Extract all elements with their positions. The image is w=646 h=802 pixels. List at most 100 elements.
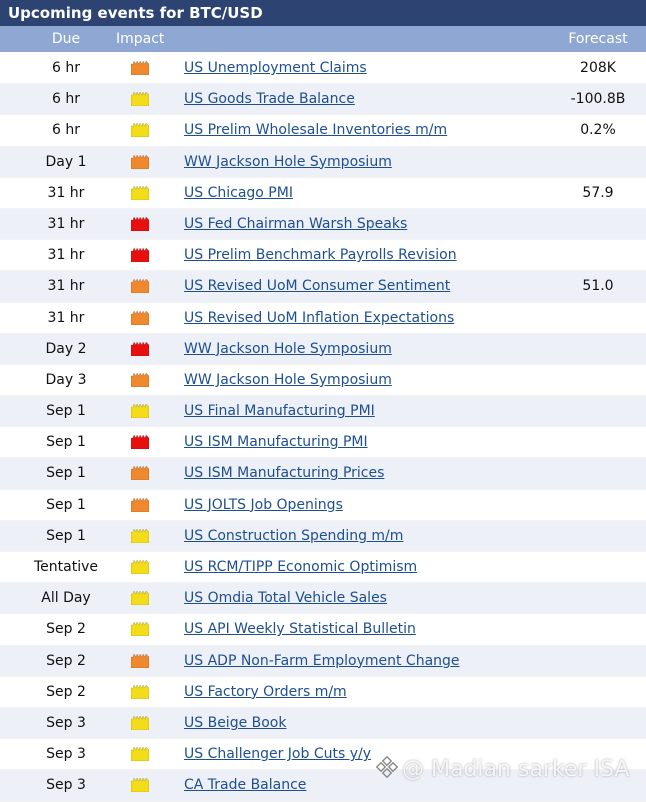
impact-medium-icon — [131, 466, 149, 481]
table-row: Sep 1 US Construction Spending m/m — [0, 520, 646, 552]
impact-low-icon — [131, 92, 149, 107]
table-row: 31 hr US Fed Chairman Warsh Speaks — [0, 208, 646, 241]
impact-low-icon — [131, 715, 149, 730]
table-row: Day 3 WW Jackson Hole Symposium — [0, 364, 646, 397]
impact-medium-icon — [131, 497, 149, 512]
impact-column-header: Impact — [116, 31, 165, 47]
event-link[interactable]: US Goods Trade Balance — [184, 84, 355, 115]
table-row: Sep 2 US Factory Orders m/m — [0, 676, 646, 708]
event-link[interactable]: US Final Manufacturing PMI — [184, 396, 375, 427]
forecast-column-header: Forecast — [568, 31, 628, 47]
due-cell: 6 hr — [52, 122, 80, 139]
due-cell: All Day — [41, 590, 91, 607]
watermark: @ Madian sarker ISA — [375, 755, 630, 784]
event-link[interactable]: WW Jackson Hole Symposium — [184, 147, 392, 178]
table-row: 6 hr US Goods Trade Balance -100.8B — [0, 84, 646, 116]
event-link[interactable]: US Fed Chairman Warsh Speaks — [184, 209, 407, 240]
event-link[interactable]: US API Weekly Statistical Bulletin — [184, 614, 416, 645]
due-cell: Tentative — [33, 559, 98, 575]
impact-low-icon — [131, 622, 149, 637]
table-row: 6 hr US Prelim Wholesale Inventories m/m 0… — [0, 115, 646, 147]
events-table-body: 6 hr US Unemployment Claims 208K 6 hr US Goo… — [0, 53, 646, 802]
table-row: 31 hr US Revised UoM Consumer Sentiment 51… — [0, 271, 646, 303]
due-cell: Sep 2 — [46, 652, 86, 669]
table-row: Sep 2 US API Weekly Statistical Bulletin — [0, 614, 646, 646]
event-link[interactable]: US ADP Non-Farm Employment Change — [184, 646, 460, 677]
impact-low-icon — [131, 404, 149, 419]
due-cell: Sep 3 — [46, 746, 86, 763]
table-row: Day 2 WW Jackson Hole Symposium — [0, 333, 646, 365]
event-link[interactable]: WW Jackson Hole Symposium — [184, 334, 392, 365]
table-row: Sep 1 US JOLTS Job Openings — [0, 489, 646, 521]
table-row: 6 hr US Unemployment Claims 208K — [0, 53, 646, 85]
impact-medium-icon — [131, 61, 149, 75]
impact-high-icon — [131, 216, 149, 231]
forecast-cell: 0.2% — [580, 122, 616, 139]
due-cell: Sep 1 — [46, 403, 86, 420]
table-row: 31 hr US Revised UoM Inflation Expectatio… — [0, 302, 646, 334]
event-link[interactable]: US JOLTS Job Openings — [184, 490, 343, 521]
impact-low-icon — [131, 123, 149, 138]
table-row: Sep 1 US ISM Manufacturing PMI — [0, 427, 646, 459]
event-link[interactable]: WW Jackson Hole Symposium — [184, 365, 392, 396]
event-link[interactable]: US Unemployment Claims — [184, 53, 367, 84]
event-link[interactable]: US Beige Book — [184, 708, 286, 739]
impact-low-icon — [131, 528, 149, 543]
event-link[interactable]: US Construction Spending m/m — [184, 521, 403, 552]
due-cell: Sep 1 — [46, 434, 86, 451]
impact-low-icon — [131, 684, 149, 699]
forecast-cell: -100.8B — [570, 91, 626, 108]
due-cell: Sep 3 — [46, 777, 86, 794]
event-link[interactable]: US Revised UoM Inflation Expectations — [184, 303, 454, 334]
event-link[interactable]: CA Trade Balance — [184, 770, 306, 801]
event-link[interactable]: US ISM Manufacturing Prices — [184, 458, 384, 489]
binance-logo-icon — [375, 755, 399, 784]
table-row: Day 1 WW Jackson Hole Symposium — [0, 146, 646, 178]
table-header: Due Impact Forecast — [0, 26, 646, 52]
event-link[interactable]: US ISM Manufacturing PMI — [184, 427, 368, 458]
event-link[interactable]: US Challenger Job Cuts y/y — [184, 739, 371, 770]
event-link[interactable]: US RCM/TIPP Economic Optimism — [184, 552, 417, 583]
table-row: 31 hr US Prelim Benchmark Payrolls Revisi… — [0, 240, 646, 272]
due-cell: 6 hr — [52, 91, 80, 108]
due-cell: Day 3 — [45, 371, 87, 388]
due-cell: 31 hr — [47, 215, 85, 232]
impact-low-icon — [131, 185, 149, 200]
due-cell: Sep 3 — [46, 714, 86, 731]
impact-high-icon — [131, 435, 149, 450]
forecast-cell: 51.0 — [582, 278, 614, 295]
due-cell: 31 hr — [47, 278, 85, 295]
due-column-header: Due — [51, 31, 81, 47]
table-row: All Day US Omdia Total Vehicle Sales — [0, 583, 646, 615]
due-cell: Day 2 — [45, 340, 87, 357]
table-row: Sep 1 US Final Manufacturing PMI — [0, 396, 646, 428]
due-cell: Sep 2 — [46, 621, 86, 638]
impact-medium-icon — [131, 279, 149, 294]
event-link[interactable]: US Factory Orders m/m — [184, 677, 347, 708]
impact-low-icon — [131, 560, 149, 574]
due-cell: 31 hr — [47, 309, 85, 326]
event-link[interactable]: US Revised UoM Consumer Sentiment — [184, 271, 450, 302]
impact-medium-icon — [131, 310, 149, 325]
due-cell: 31 hr — [47, 247, 85, 264]
table-row: Sep 3 US Beige Book — [0, 707, 646, 740]
event-link[interactable]: US Prelim Benchmark Payrolls Revision — [184, 240, 457, 271]
forecast-cell: 57.9 — [582, 184, 614, 201]
impact-high-icon — [131, 248, 149, 263]
impact-low-icon — [131, 747, 149, 762]
due-cell: Sep 1 — [46, 527, 86, 544]
impact-low-icon — [131, 778, 149, 793]
due-cell: Sep 1 — [46, 496, 86, 513]
table-row: 31 hr US Chicago PMI 57.9 — [0, 177, 646, 209]
table-row: Sep 2 US ADP Non-Farm Employment Change — [0, 645, 646, 677]
impact-medium-icon — [131, 372, 149, 387]
panel-title: Upcoming events for BTC/USD — [0, 0, 646, 26]
impact-low-icon — [131, 591, 149, 606]
due-cell: 6 hr — [52, 60, 80, 76]
event-link[interactable]: US Chicago PMI — [184, 178, 293, 209]
watermark-text: @ Madian sarker ISA — [402, 757, 630, 782]
event-link[interactable]: US Omdia Total Vehicle Sales — [184, 583, 387, 614]
event-link[interactable]: US Prelim Wholesale Inventories m/m — [184, 115, 447, 146]
impact-high-icon — [131, 341, 149, 356]
forecast-cell: 208K — [580, 60, 616, 76]
